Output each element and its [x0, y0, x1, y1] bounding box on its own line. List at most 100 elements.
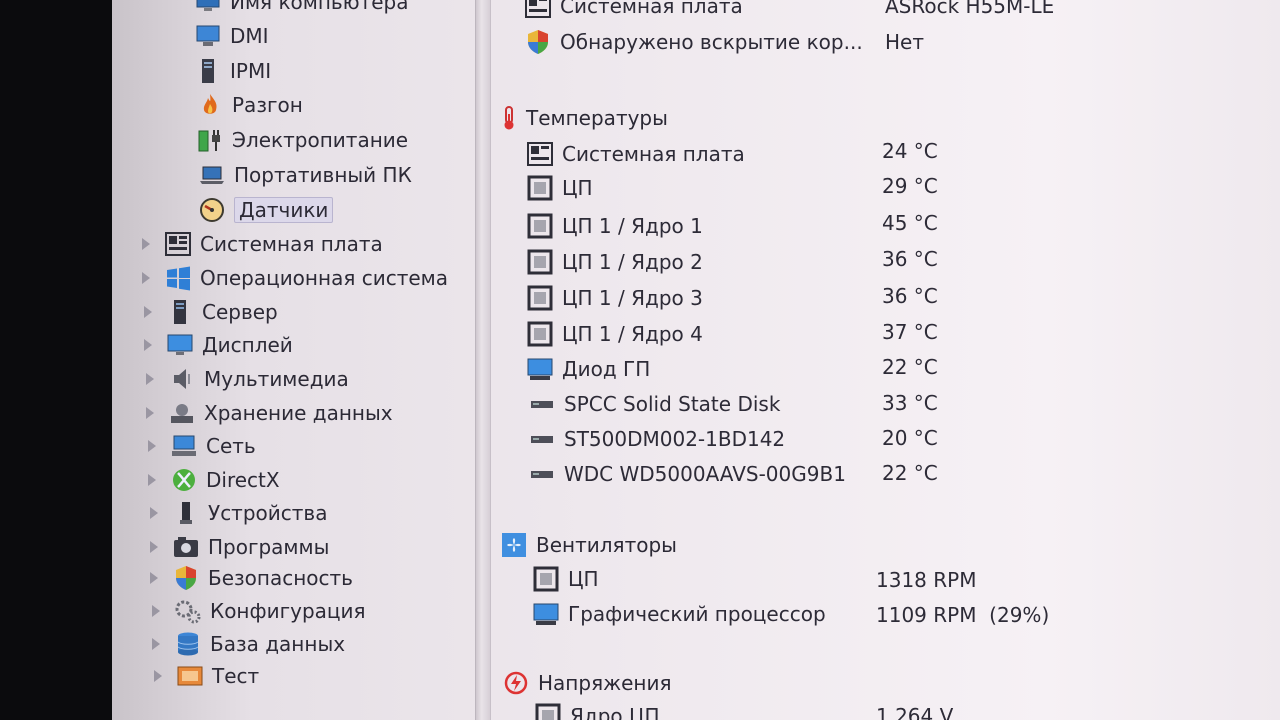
shield-icon — [524, 29, 552, 55]
tree-item-overclock[interactable]: Разгон — [196, 90, 303, 120]
overclock-flame-icon — [196, 92, 224, 118]
tree-item-power[interactable]: Электропитание — [196, 125, 408, 155]
power-plug-icon — [196, 127, 224, 153]
expand-arrow-icon[interactable] — [144, 306, 152, 318]
sensor-gauge-icon — [198, 197, 226, 223]
disk-drive-icon — [528, 426, 556, 452]
temperature-value: 22 °C — [882, 355, 938, 379]
field-label: Обнаружено вскрытие кор... — [560, 30, 863, 54]
tree-item-configuration[interactable]: Конфигурация — [152, 596, 366, 626]
temperature-value: 45 °C — [882, 211, 938, 235]
temperature-value: 36 °C — [882, 284, 938, 308]
expand-arrow-icon[interactable] — [146, 407, 154, 419]
expand-arrow-icon[interactable] — [144, 339, 152, 351]
temperature-value: 29 °C — [882, 174, 938, 198]
tree-item-database[interactable]: База данных — [152, 629, 345, 659]
expand-arrow-icon[interactable] — [152, 638, 160, 650]
fan-row[interactable]: Графический процессор — [532, 598, 826, 630]
tree-item-motherboard[interactable]: Системная плата — [142, 229, 383, 259]
temperature-row[interactable]: ST500DM002-1BD142 — [528, 423, 785, 455]
tree-item-multimedia[interactable]: Мультимедиа — [146, 364, 349, 394]
ipmi-icon — [194, 58, 222, 84]
temperature-row[interactable]: Системная плата — [526, 138, 745, 170]
temperature-row[interactable]: SPCC Solid State Disk — [528, 388, 780, 420]
tree-item-operating-system[interactable]: Операционная система — [142, 263, 448, 293]
expand-arrow-icon[interactable] — [146, 373, 154, 385]
storage-icon — [168, 400, 196, 426]
gpu-monitor-icon — [532, 601, 560, 627]
windows-icon — [164, 265, 192, 291]
database-icon — [174, 631, 202, 657]
expand-arrow-icon[interactable] — [142, 272, 150, 284]
temperature-value: 22 °C — [882, 461, 938, 485]
field-row[interactable]: Обнаружено вскрытие кор... — [524, 26, 863, 58]
cpu-chip-icon — [532, 566, 560, 592]
fans-section-header: Вентиляторы — [500, 529, 677, 561]
fan-row[interactable]: ЦП — [532, 563, 599, 595]
field-value: Нет — [885, 30, 924, 54]
temperature-row[interactable]: ЦП — [526, 172, 593, 204]
expand-arrow-icon[interactable] — [150, 572, 158, 584]
expand-arrow-icon[interactable] — [150, 541, 158, 553]
fan-value: 1318 RPM — [876, 568, 977, 592]
tree-item-dmi[interactable]: DMI — [194, 21, 269, 51]
temperature-row[interactable]: Диод ГП — [526, 353, 650, 385]
temperature-row[interactable]: ЦП 1 / Ядро 2 — [526, 246, 703, 278]
laptop-icon — [198, 162, 226, 188]
pane-splitter[interactable] — [475, 0, 491, 720]
expand-arrow-icon[interactable] — [150, 507, 158, 519]
disk-drive-icon — [528, 391, 556, 417]
tree-item-display[interactable]: Дисплей — [144, 330, 293, 360]
tree-item-computer-name[interactable]: Имя компьютера — [194, 0, 408, 17]
computer-name-icon — [194, 0, 222, 15]
voltage-row[interactable]: Ядро ЦП — [534, 700, 660, 720]
tree-item-server[interactable]: Сервер — [144, 297, 278, 327]
expand-arrow-icon[interactable] — [148, 474, 156, 486]
field-label: Системная плата — [560, 0, 743, 18]
network-icon — [170, 433, 198, 459]
cpu-chip-icon — [534, 703, 562, 720]
aida-window: Имя компьютера DMI IPMI Разгон Электропи… — [112, 0, 1280, 720]
programs-icon — [172, 534, 200, 560]
cpu-chip-icon — [526, 321, 554, 347]
tree-item-programs[interactable]: Программы — [150, 532, 329, 562]
sensor-details-panel: Системная плата ASRock H55M-LE Обнаружен… — [490, 0, 1280, 720]
motherboard-icon — [524, 0, 552, 19]
fan-icon — [500, 532, 528, 558]
monitor-icon — [166, 332, 194, 358]
server-icon — [166, 299, 194, 325]
voltage-value: 1.264 V — [876, 704, 954, 720]
navigation-tree[interactable]: Имя компьютера DMI IPMI Разгон Электропи… — [112, 0, 474, 720]
expand-arrow-icon[interactable] — [148, 440, 156, 452]
temperature-row[interactable]: WDC WD5000AAVS-00G9B1 — [528, 458, 846, 490]
tree-item-storage[interactable]: Хранение данных — [146, 398, 393, 428]
tree-item-ipmi[interactable]: IPMI — [194, 56, 271, 86]
tree-item-network[interactable]: Сеть — [148, 431, 256, 461]
config-gears-icon — [174, 598, 202, 624]
expand-arrow-icon[interactable] — [142, 238, 150, 250]
expand-arrow-icon[interactable] — [154, 670, 162, 682]
temperature-row[interactable]: ЦП 1 / Ядро 1 — [526, 210, 703, 242]
expand-arrow-icon[interactable] — [152, 605, 160, 617]
field-value: ASRock H55M-LE — [885, 0, 1055, 18]
temperature-row[interactable]: ЦП 1 / Ядро 3 — [526, 282, 703, 314]
tree-item-sensors[interactable]: Датчики — [198, 195, 334, 225]
tree-item-benchmark[interactable]: Тест — [154, 661, 259, 691]
temperature-row[interactable]: ЦП 1 / Ядро 4 — [526, 318, 703, 350]
dmi-icon — [194, 23, 222, 49]
tree-item-security[interactable]: Безопасность — [150, 563, 353, 593]
motherboard-icon — [164, 231, 192, 257]
tree-item-laptop[interactable]: Портативный ПК — [198, 160, 412, 190]
fan-value: 1109 RPM (29%) — [876, 603, 1050, 627]
speaker-icon — [168, 366, 196, 392]
cpu-chip-icon — [526, 249, 554, 275]
temperature-value: 20 °C — [882, 426, 938, 450]
temperature-value: 36 °C — [882, 247, 938, 271]
cpu-chip-icon — [526, 175, 554, 201]
temperature-value: 24 °C — [882, 139, 938, 163]
tree-item-devices[interactable]: Устройства — [150, 498, 327, 528]
gpu-monitor-icon — [526, 356, 554, 382]
tree-item-directx[interactable]: DirectX — [148, 465, 280, 495]
field-row[interactable]: Системная плата — [524, 0, 743, 22]
temperature-value: 33 °C — [882, 391, 938, 415]
